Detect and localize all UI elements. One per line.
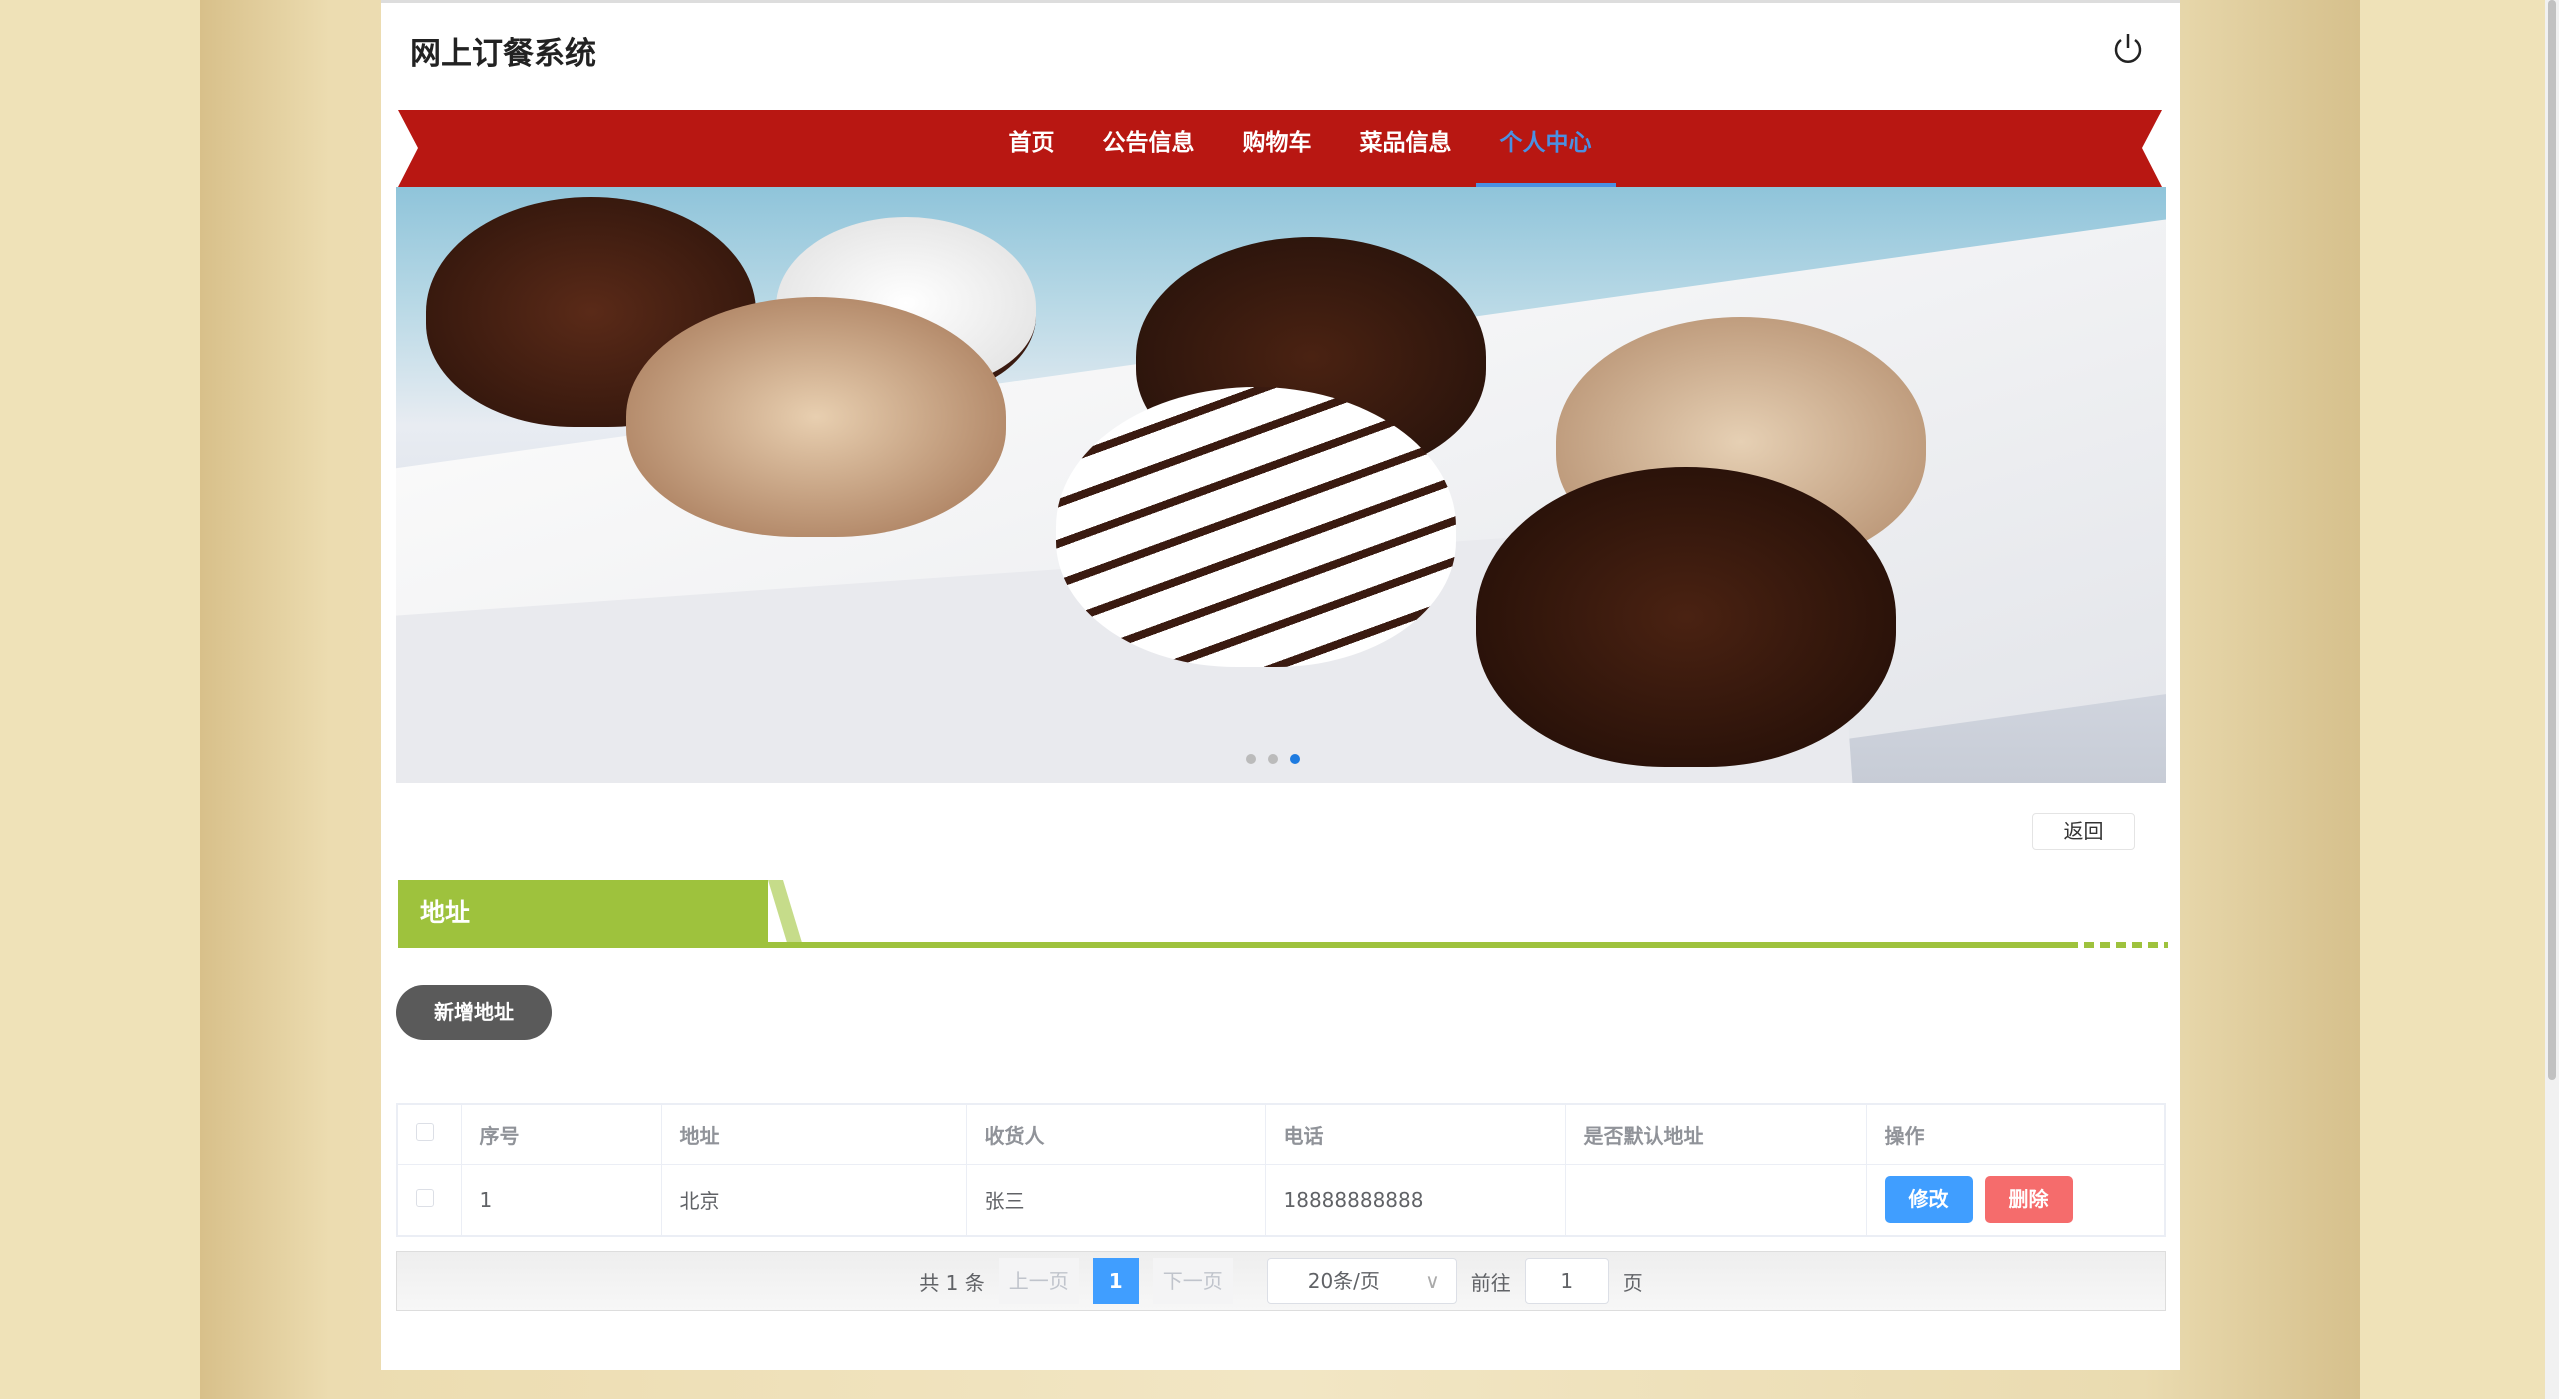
table-row: 1 北京 张三 18888888888 修改 删除 <box>396 1163 2166 1237</box>
nav-cart[interactable]: 购物车 <box>1219 110 1336 187</box>
banner-strawberry <box>1476 467 1896 767</box>
banner-strawberry <box>1056 387 1456 667</box>
edit-button[interactable]: 修改 <box>1884 1176 1973 1224</box>
table-header-row: 序号 地址 收货人 电话 是否默认地址 操作 <box>396 1103 2166 1165</box>
page-number-current[interactable]: 1 <box>1092 1258 1139 1304</box>
column-header: 序号 <box>460 1103 662 1165</box>
carousel-dot-active[interactable] <box>1290 754 1300 764</box>
cell-phone: 18888888888 <box>1264 1163 1566 1237</box>
address-table: 序号 地址 收货人 电话 是否默认地址 操作 1 北京 张三 188888888… <box>396 1103 2166 1237</box>
main-container: 网上订餐系统 首页 公告信息 购物车 菜品信息 个人中心 返回 地址 新增地址 … <box>381 0 2180 1370</box>
cell-receiver: 张三 <box>965 1163 1266 1237</box>
chevron-down-icon: ∨ <box>1425 1269 1440 1293</box>
nav-bar: 首页 公告信息 购物车 菜品信息 个人中心 <box>398 110 2162 187</box>
select-all-checkbox[interactable] <box>416 1123 434 1142</box>
next-page-button[interactable]: 下一页 <box>1152 1258 1233 1304</box>
nav-dishes[interactable]: 菜品信息 <box>1336 110 1476 187</box>
prev-page-button[interactable]: 上一页 <box>998 1258 1079 1304</box>
nav-personal-center[interactable]: 个人中心 <box>1475 110 1616 187</box>
column-header: 地址 <box>660 1103 967 1165</box>
site-title: 网上订餐系统 <box>410 36 596 72</box>
carousel-dot[interactable] <box>1268 754 1278 764</box>
cell-address: 北京 <box>660 1163 967 1237</box>
column-header: 是否默认地址 <box>1564 1103 1867 1165</box>
section-header: 地址 <box>398 880 2168 950</box>
nav-home[interactable]: 首页 <box>985 110 1079 187</box>
delete-button[interactable]: 删除 <box>1984 1176 2073 1224</box>
carousel-indicators <box>1246 754 1300 764</box>
banner-strawberry <box>626 297 1006 537</box>
pagination: 共 1 条 上一页 1 下一页 20条/页 ∨ 前往 1 页 <box>396 1251 2166 1311</box>
column-header: 操作 <box>1865 1103 2166 1165</box>
banner-carousel[interactable] <box>396 187 2166 783</box>
total-count: 共 1 条 <box>919 1270 985 1295</box>
column-header: 收货人 <box>965 1103 1266 1165</box>
cell-default <box>1564 1163 1867 1237</box>
section-title: 地址 <box>398 880 768 946</box>
cell-index: 1 <box>460 1163 662 1237</box>
page-unit-label: 页 <box>1622 1270 1643 1295</box>
scrollbar-thumb[interactable] <box>2548 0 2556 1080</box>
add-address-button[interactable]: 新增地址 <box>396 985 552 1040</box>
scrollbar[interactable] <box>2545 0 2559 1399</box>
page-size-select[interactable]: 20条/页 ∨ <box>1266 1258 1457 1304</box>
row-checkbox[interactable] <box>416 1188 434 1207</box>
back-button[interactable]: 返回 <box>2032 813 2135 850</box>
goto-label: 前往 <box>1470 1270 1511 1295</box>
goto-page-input[interactable]: 1 <box>1524 1258 1609 1304</box>
page-size-value: 20条/页 <box>1307 1269 1380 1293</box>
nav-announcements[interactable]: 公告信息 <box>1079 110 1219 187</box>
power-icon[interactable] <box>2111 31 2145 67</box>
column-header: 电话 <box>1264 1103 1566 1165</box>
carousel-dot[interactable] <box>1246 754 1256 764</box>
